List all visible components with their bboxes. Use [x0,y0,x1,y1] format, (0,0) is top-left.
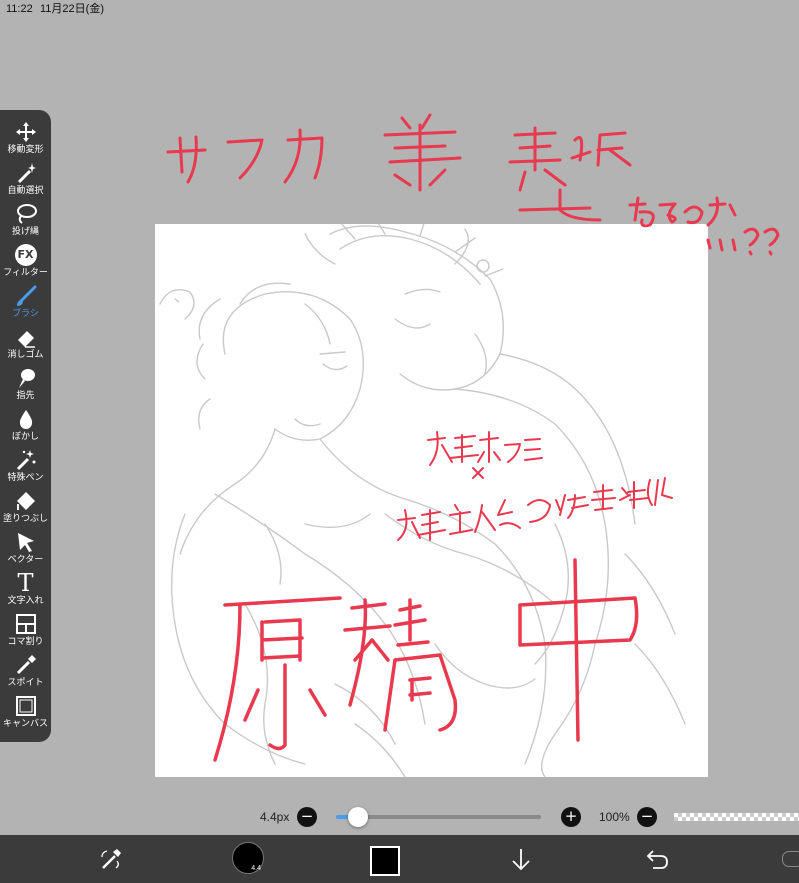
brush-size-minus-button[interactable]: − [297,807,317,827]
tool-frame-divide[interactable]: コマ割り [0,610,51,651]
tool-eyedropper[interactable]: スポイト [0,651,51,692]
move-icon [14,120,38,144]
drawing-canvas[interactable] [155,224,708,777]
tool-eraser[interactable]: 消しゴム [0,323,51,364]
magic-wand-icon [14,161,38,185]
tool-auto-select[interactable]: 自動選択 [0,159,51,200]
fx-icon: FX [14,243,38,267]
layer-button[interactable] [509,847,533,873]
status-time: 11:22 [6,3,33,15]
color-swap-icon [98,849,124,877]
fill-bucket-icon [14,489,38,513]
tool-fill[interactable]: 塗りつぶし [0,487,51,528]
canvas-icon [14,694,38,718]
tool-vector[interactable]: ベクター [0,528,51,569]
brush-size-label: 4.4px [260,810,290,824]
tool-blur[interactable]: ぼかし [0,405,51,446]
tool-palette: 移動変形 自動選択 投げ縄 FX フィルター ブラシ 消しゴム 指先 ぼかし 特… [0,110,51,742]
tool-label: 指先 [16,391,35,401]
tool-label: 塗りつぶし [2,514,49,524]
undo-icon [644,850,670,876]
tool-text[interactable]: T 文字入れ [0,569,51,610]
minus-icon: − [300,807,314,825]
opacity-label: 100% [599,810,630,824]
brush-controls: 4.4px − + 100% − [0,800,799,834]
opacity-minus-button[interactable]: − [637,807,657,827]
tool-label: フィルター [3,268,48,278]
blur-drop-icon [14,407,38,431]
tool-canvas[interactable]: キャンバス [0,692,51,733]
brush-size-plus-button[interactable]: + [561,807,581,827]
eyedropper-icon [14,653,38,677]
plus-icon: + [564,807,578,825]
tool-special-pen[interactable]: 特殊ペン [0,446,51,487]
frame-divide-icon [14,612,38,636]
tool-filter[interactable]: FX フィルター [0,241,51,282]
status-date: 11月22日(金) [40,3,104,15]
pencil-sketch [159,224,686,777]
tool-label: キャンバス [2,719,48,729]
brush-size-indicator-button[interactable]: 4.4 [232,842,264,874]
brush-icon [14,284,38,308]
fx-glyph: FX [14,244,37,266]
status-bar: 11:22 11月22日(金) [0,0,799,18]
tool-label: 消しゴム [7,350,44,360]
vector-arrow-icon [14,530,38,554]
redo-button[interactable] [782,851,799,867]
bottom-bar: 4.4 [0,835,799,883]
tool-label: 特殊ペン [7,473,44,483]
tool-label: ブラシ [12,309,39,319]
tool-brush[interactable]: ブラシ [0,282,51,323]
down-arrow-icon [509,849,533,877]
special-pen-icon [14,448,38,472]
tool-label: 移動変形 [7,145,44,155]
finger-icon [14,366,38,390]
tool-label: 自動選択 [7,186,44,196]
lasso-icon [14,202,38,226]
tool-label: ベクター [7,555,44,565]
tool-lasso[interactable]: 投げ縄 [0,200,51,241]
text-icon: T [14,571,38,595]
tool-label: 文字入れ [7,596,44,606]
minus-icon: − [640,807,654,825]
color-picker-button[interactable] [370,846,400,876]
color-swap-button[interactable] [98,847,124,873]
slider-knob[interactable] [348,807,369,827]
tool-label: コマ割り [7,637,44,647]
tool-label: スポイト [7,678,44,688]
tool-move-transform[interactable]: 移動変形 [0,118,51,159]
undo-button[interactable] [644,848,670,872]
brush-size-indicator-text: 4.4 [251,865,261,872]
tool-label: ぼかし [11,432,39,442]
tool-finger[interactable]: 指先 [0,364,51,405]
opacity-slider[interactable] [674,813,799,821]
eraser-icon [14,325,38,349]
tool-label: 投げ縄 [11,227,39,237]
text-glyph: T [17,569,34,597]
brush-size-slider[interactable] [336,807,541,827]
